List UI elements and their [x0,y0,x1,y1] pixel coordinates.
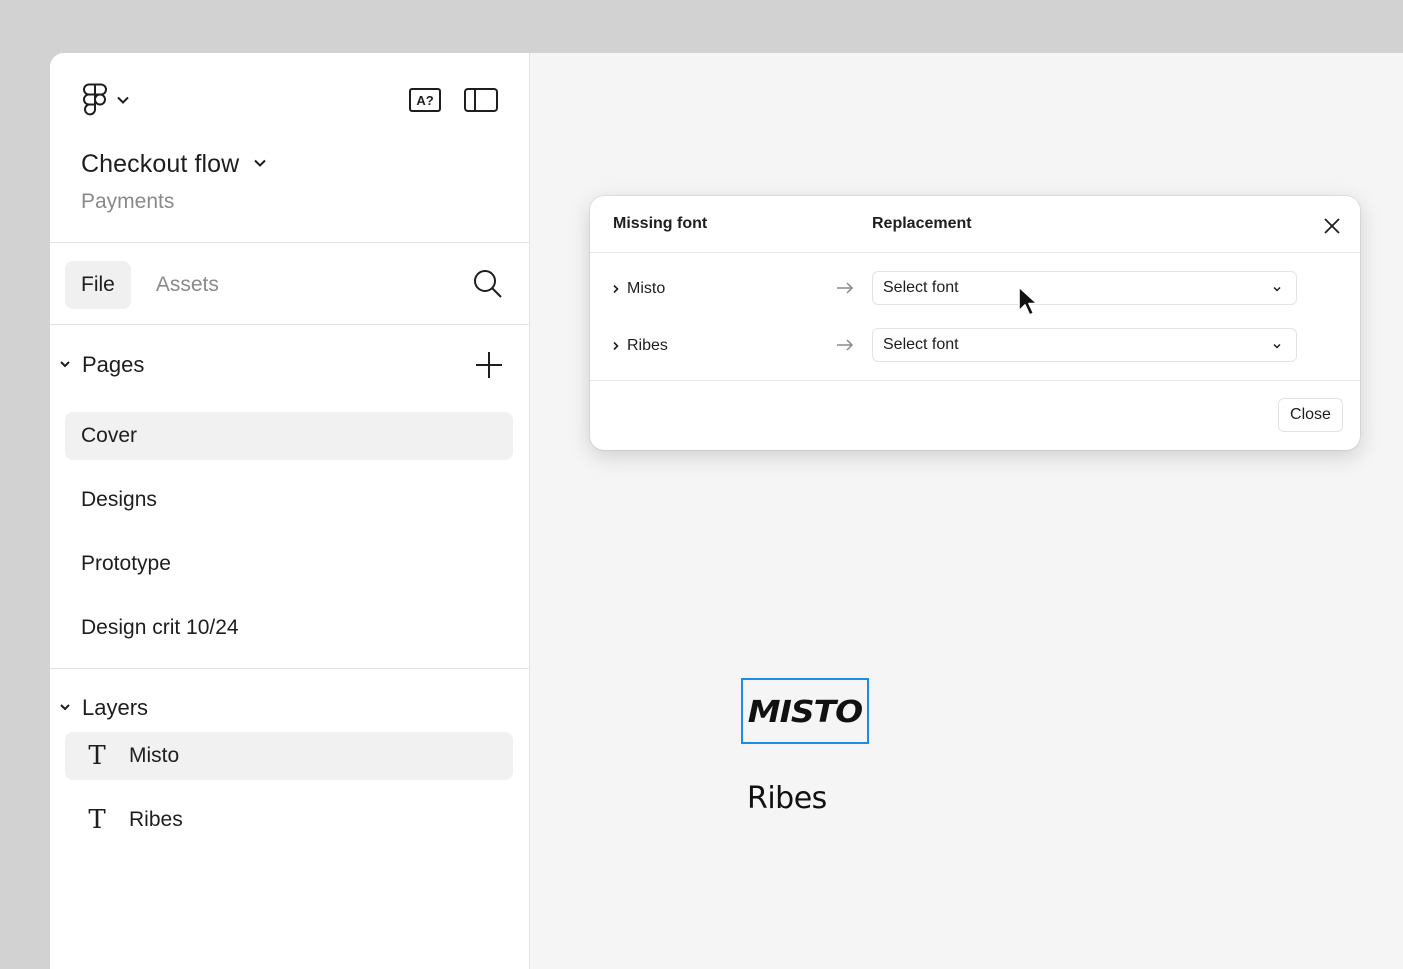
toggle-sidebar-button[interactable] [464,88,498,112]
chevron-right-icon [612,281,620,297]
figma-logo-icon [82,83,108,117]
tab-file[interactable]: File [65,261,131,309]
arrow-right-icon [836,337,854,357]
sidebar-tabs: File Assets [65,261,235,309]
layers-section-label: Layers [82,695,149,720]
replacement-font-select-misto[interactable]: Select font [872,271,1297,305]
page-item-prototype[interactable]: Prototype [65,540,513,588]
divider [50,668,530,669]
main-menu-button[interactable] [82,82,140,118]
design-canvas[interactable]: Missing font Replacement Misto Select fo… [530,53,1403,969]
divider [50,324,530,325]
chevron-right-icon [612,338,620,354]
missing-font-badge-text: A? [416,93,433,108]
replacement-column-header: Replacement [872,215,972,232]
missing-font-button[interactable]: A? [409,88,441,112]
plus-icon [476,352,502,378]
file-title-menu[interactable]: Checkout flow [81,145,267,183]
text-layer-icon: T [88,741,106,771]
page-item-cover[interactable]: Cover [65,412,513,460]
close-icon[interactable] [1320,214,1344,238]
layer-item-misto[interactable]: T Misto [65,732,513,780]
left-sidebar: A? Checkout flow Payments File Assets Pa… [50,53,530,969]
add-page-button[interactable] [474,350,504,380]
font-row-misto: Misto Select font [590,271,1360,307]
missing-font-icon: A? [409,88,441,112]
layer-item-ribes[interactable]: T Ribes [65,796,513,844]
layer-name: Misto [129,744,180,767]
divider [50,242,530,243]
text-layer-icon: T [88,805,106,835]
pages-section-toggle[interactable]: Pages [58,345,144,385]
layers-section-toggle[interactable]: Layers [58,688,148,728]
text-layer-misto-selected[interactable]: MISTO [741,678,869,744]
chevron-down-icon [116,95,130,105]
tab-assets[interactable]: Assets [140,261,235,309]
pages-section-label: Pages [82,352,145,377]
layer-name: Ribes [129,808,183,831]
select-placeholder: Select font [883,279,959,296]
dialog-divider [590,380,1360,381]
expand-font-misto[interactable]: Misto [612,271,665,307]
search-icon [474,270,502,298]
panel-toggle-icon [464,88,498,112]
dialog-divider [590,252,1360,253]
close-button[interactable]: Close [1278,398,1343,432]
chevron-down-icon [1272,338,1282,356]
page-item-designs[interactable]: Designs [65,476,513,524]
project-name[interactable]: Payments [81,190,174,214]
missing-font-name: Misto [627,280,666,297]
font-row-ribes: Ribes Select font [590,328,1360,364]
search-button[interactable] [472,268,504,300]
page-item-design-crit[interactable]: Design crit 10/24 [65,604,513,652]
chevron-down-icon [253,155,267,173]
select-placeholder: Select font [883,336,959,353]
arrow-right-icon [836,280,854,300]
expand-font-ribes[interactable]: Ribes [612,328,668,364]
missing-font-name: Ribes [627,337,668,354]
chevron-down-icon [58,356,72,374]
replacement-font-select-ribes[interactable]: Select font [872,328,1297,362]
text-layer-ribes[interactable]: Ribes [747,781,827,816]
misto-text: MISTO [747,693,863,729]
app-window: A? Checkout flow Payments File Assets Pa… [50,53,1403,969]
chevron-down-icon [1272,281,1282,299]
chevron-down-icon [58,699,72,717]
sidebar-top-bar: A? [50,53,530,145]
missing-font-column-header: Missing font [613,215,708,232]
file-title: Checkout flow [81,149,240,178]
missing-fonts-dialog: Missing font Replacement Misto Select fo… [590,196,1360,450]
